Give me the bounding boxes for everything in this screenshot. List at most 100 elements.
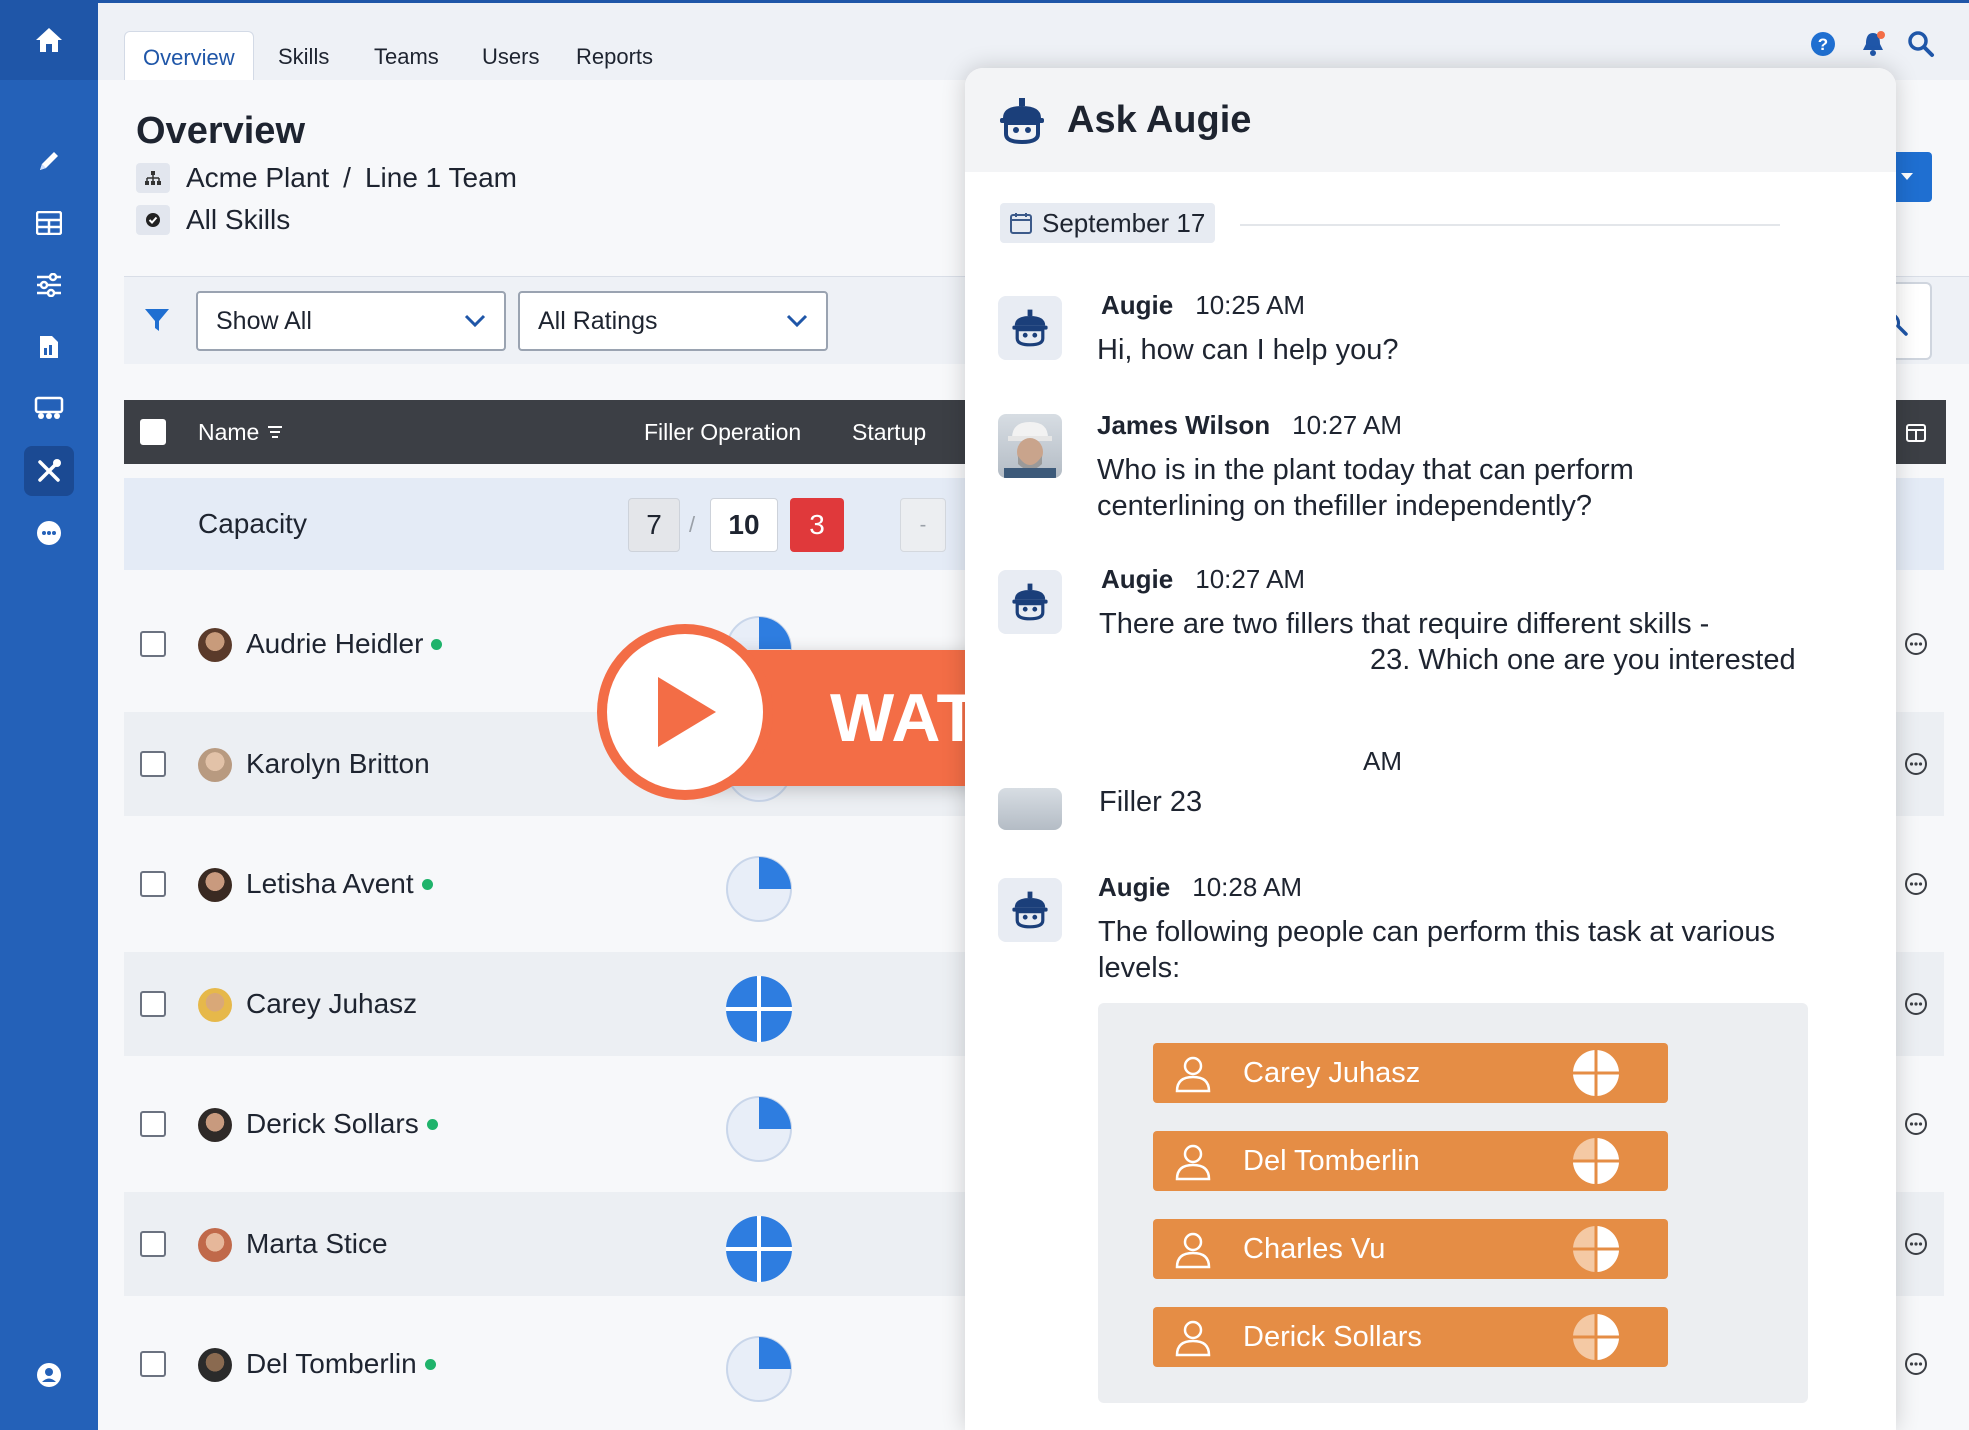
user-name-cell[interactable]: Letisha Avent bbox=[246, 832, 433, 936]
augie-avatar bbox=[998, 296, 1062, 360]
more-icon bbox=[37, 521, 61, 545]
name-column-header[interactable]: Name bbox=[198, 400, 283, 464]
tab-overview[interactable]: Overview bbox=[124, 31, 254, 83]
user-name: Karolyn Britton bbox=[246, 748, 430, 779]
row-more-icon[interactable] bbox=[1904, 632, 1928, 656]
user-name-cell[interactable]: Marta Stice bbox=[246, 1192, 388, 1296]
svg-text:?: ? bbox=[1818, 35, 1828, 54]
edit-nav-button[interactable] bbox=[24, 136, 74, 186]
tab-users[interactable]: Users bbox=[464, 31, 557, 83]
message-text: Who is in the plant today that can perfo… bbox=[1097, 454, 1634, 522]
skill-level-pie bbox=[726, 976, 792, 1042]
user-name-cell[interactable]: Audrie Heidler bbox=[246, 592, 443, 696]
message-header: Augie 10:27 AM bbox=[1101, 564, 1305, 595]
avatar bbox=[198, 1228, 232, 1262]
skill-level-pie bbox=[726, 1216, 792, 1282]
home-button[interactable] bbox=[0, 0, 98, 80]
message-time: 10:25 AM bbox=[1195, 290, 1306, 320]
breadcrumb-separator: / bbox=[343, 162, 351, 193]
message-time: 10:27 AM bbox=[1195, 564, 1306, 594]
user-name-cell[interactable]: Karolyn Britton bbox=[246, 712, 430, 816]
tab-skills[interactable]: Skills bbox=[260, 31, 347, 83]
row-checkbox[interactable] bbox=[140, 1111, 166, 1137]
message-sender: Augie bbox=[1101, 290, 1174, 320]
user-name-cell[interactable]: Carey Juhasz bbox=[246, 952, 417, 1056]
person-name: Charles Vu bbox=[1243, 1232, 1386, 1265]
skill-scope-label[interactable]: All Skills bbox=[186, 204, 290, 236]
settings-nav-button[interactable] bbox=[24, 260, 74, 310]
message-header: AM bbox=[1363, 746, 1402, 777]
augie-robot-icon bbox=[1012, 891, 1048, 929]
tab-reports[interactable]: Reports bbox=[558, 31, 671, 83]
watch-video-label[interactable]: WATCH VIDEO bbox=[830, 650, 1316, 786]
message-header: James Wilson 10:27 AM bbox=[1097, 410, 1402, 441]
grid-nav-button[interactable] bbox=[24, 198, 74, 248]
help-icon: ? bbox=[1811, 32, 1835, 56]
profile-nav-button[interactable] bbox=[24, 1350, 74, 1400]
capacity-current: 7 bbox=[628, 498, 680, 552]
skill-level-pie bbox=[1573, 1138, 1619, 1184]
avatar bbox=[198, 748, 232, 782]
name-column-label: Name bbox=[198, 418, 260, 445]
row-checkbox[interactable] bbox=[140, 991, 166, 1017]
breadcrumb-plant[interactable]: Acme Plant bbox=[186, 162, 329, 194]
show-filter-value: Show All bbox=[216, 306, 312, 335]
person-result[interactable]: Carey Juhasz bbox=[1153, 1043, 1668, 1103]
row-more-icon[interactable] bbox=[1904, 992, 1928, 1016]
team-icon bbox=[34, 396, 64, 419]
report-icon bbox=[40, 336, 58, 358]
bell-icon bbox=[1863, 31, 1885, 56]
row-checkbox[interactable] bbox=[140, 871, 166, 897]
person-result[interactable]: Charles Vu bbox=[1153, 1219, 1668, 1279]
capacity-target: 10 bbox=[710, 498, 778, 552]
team-nav-button[interactable] bbox=[24, 384, 74, 434]
show-filter-select[interactable]: Show All bbox=[196, 291, 506, 351]
select-all-checkbox[interactable] bbox=[140, 400, 166, 464]
person-icon bbox=[1175, 1232, 1211, 1269]
chat-title: Ask Augie bbox=[1067, 98, 1252, 141]
row-checkbox[interactable] bbox=[140, 631, 166, 657]
row-more-icon[interactable] bbox=[1904, 1352, 1928, 1376]
grid-icon bbox=[36, 211, 62, 235]
row-checkbox[interactable] bbox=[140, 1231, 166, 1257]
row-checkbox[interactable] bbox=[140, 1351, 166, 1377]
ratings-filter-select[interactable]: All Ratings bbox=[518, 291, 828, 351]
user-name: Derick Sollars bbox=[246, 1108, 419, 1139]
augie-avatar bbox=[998, 878, 1062, 942]
breadcrumb-team[interactable]: Line 1 Team bbox=[365, 162, 517, 194]
avatar bbox=[198, 868, 232, 902]
james-wilson-avatar bbox=[998, 788, 1062, 830]
people-results-card: Carey Juhasz Del Tomberlin Charles Vu De… bbox=[1098, 1003, 1808, 1403]
startup-column-header[interactable]: Startup bbox=[852, 400, 926, 464]
help-button[interactable]: ? bbox=[1808, 29, 1838, 59]
row-checkbox[interactable] bbox=[140, 751, 166, 777]
message-header: Augie 10:25 AM bbox=[1101, 290, 1305, 321]
sliders-icon bbox=[37, 273, 61, 297]
message-header: Augie 10:28 AM bbox=[1098, 872, 1302, 903]
reports-nav-button[interactable] bbox=[24, 322, 74, 372]
date-divider-line bbox=[1240, 224, 1780, 226]
person-result[interactable]: Del Tomberlin bbox=[1153, 1131, 1668, 1191]
person-icon bbox=[1175, 1144, 1211, 1181]
row-more-icon[interactable] bbox=[1904, 1232, 1928, 1256]
date-label: September 17 bbox=[1042, 207, 1206, 238]
filter-icon[interactable] bbox=[144, 307, 170, 333]
row-more-icon[interactable] bbox=[1904, 1112, 1928, 1136]
tab-teams[interactable]: Teams bbox=[356, 31, 457, 83]
notifications-button[interactable] bbox=[1858, 29, 1888, 59]
search-button[interactable] bbox=[1906, 29, 1936, 59]
online-status-dot bbox=[431, 638, 443, 650]
filler-operation-column-header[interactable]: Filler Operation bbox=[644, 400, 801, 464]
more-nav-button[interactable] bbox=[24, 508, 74, 558]
person-result[interactable]: Derick Sollars bbox=[1153, 1307, 1668, 1367]
user-name-cell[interactable]: Derick Sollars bbox=[246, 1072, 438, 1176]
play-button[interactable] bbox=[597, 624, 773, 800]
tools-nav-button[interactable] bbox=[24, 446, 74, 496]
user-name-cell[interactable]: Del Tomberlin bbox=[246, 1312, 436, 1416]
row-more-icon[interactable] bbox=[1904, 752, 1928, 776]
row-more-icon[interactable] bbox=[1904, 872, 1928, 896]
capacity-label: Capacity bbox=[198, 508, 307, 539]
skill-level-pie bbox=[1573, 1226, 1619, 1272]
person-icon bbox=[1175, 1320, 1211, 1357]
user-name: Audrie Heidler bbox=[246, 628, 424, 659]
